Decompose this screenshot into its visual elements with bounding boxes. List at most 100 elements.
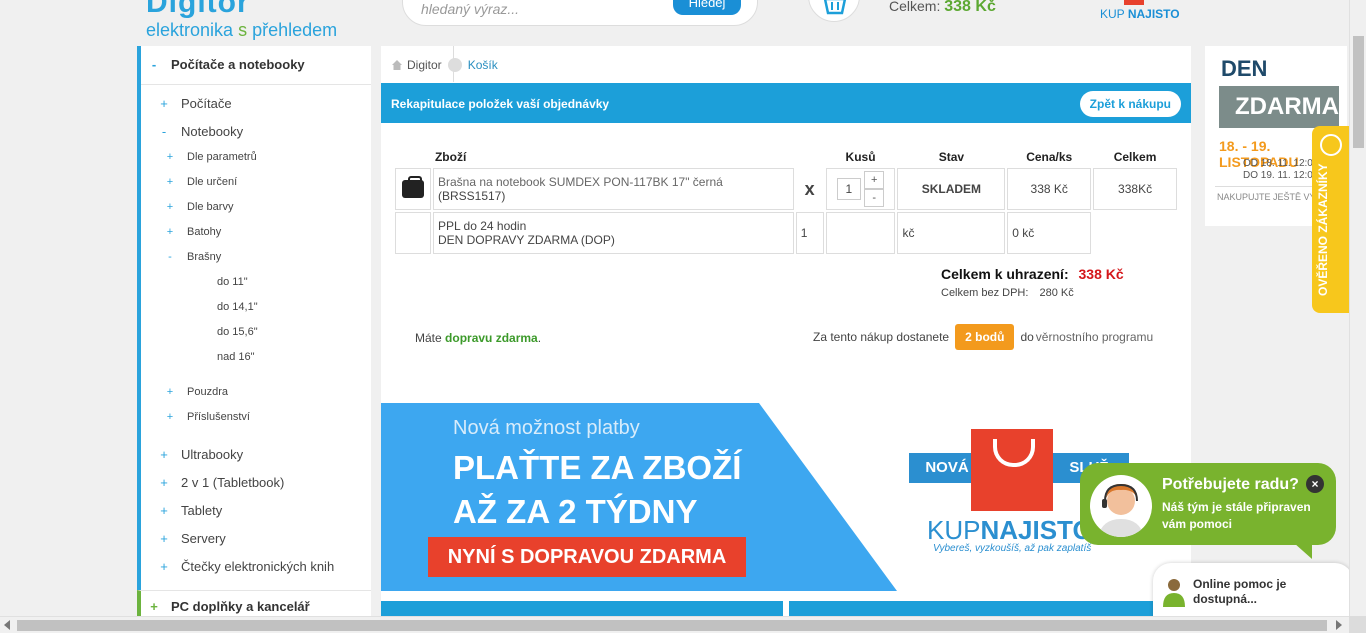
banner-cta-button[interactable]: NYNÍ S DOPRAVOU ZDARMA (428, 537, 746, 577)
expand-icon[interactable]: + (157, 96, 171, 111)
promo-to: DO 19. 11. 12:0 (1243, 170, 1313, 181)
expand-icon[interactable]: + (163, 151, 177, 163)
scroll-left-icon[interactable] (4, 620, 10, 630)
loyalty-points-badge: 2 bodů (955, 324, 1015, 350)
sidebar-item-label: do 11" (217, 276, 248, 288)
expand-icon[interactable]: + (157, 447, 171, 462)
shipping-cell: PPL do 24 hodin DEN DOPRAVY ZDARMA (DOP) (432, 212, 794, 254)
loyalty-note: Za tento nákup dostanete 2 bodů do věrno… (813, 324, 1153, 350)
expand-icon[interactable]: + (163, 386, 177, 398)
promo-from: OD 18. 11. 12:0 (1243, 158, 1313, 169)
total-to-pay: Celkem k uhrazení: 338 Kč (941, 266, 1124, 282)
verified-by-customers-tab[interactable]: OVĚŘENO ZÁKAZNÍKY (1312, 126, 1349, 313)
sidebar-divider (141, 84, 371, 85)
sidebar-item-label: Brašny (187, 251, 222, 263)
laptop-bag-icon (401, 176, 424, 198)
banner-slogan: Vybereš, vyzkoušíš, až pak zaplatíš (933, 543, 1092, 554)
sidebar-item-label: Notebooky (181, 124, 244, 139)
collapse-icon[interactable]: - (163, 251, 177, 263)
expand-icon[interactable]: + (157, 475, 171, 490)
back-to-shop-button[interactable]: Zpět k nákupu (1079, 91, 1181, 117)
banner-title-1: PLAŤTE ZA ZBOŽÍ (453, 449, 742, 486)
shipping-thumb (395, 212, 431, 254)
banner-brand: KUPNAJISTO (927, 515, 1093, 546)
basket-icon[interactable] (808, 0, 860, 22)
tagline-2: s (238, 20, 248, 40)
product-code: (BRSS1517) (437, 189, 506, 203)
kupnajisto-banner[interactable]: Nová možnost platby PLAŤTE ZA ZBOŽÍ AŽ Z… (381, 403, 1191, 591)
sidebar-item-label: do 14,1" (217, 301, 258, 313)
breadcrumb-current[interactable]: Košík (468, 58, 498, 72)
sidebar-item-label: Pouzdra (187, 386, 228, 398)
banner-brand-1: KUP (927, 515, 981, 545)
qty-minus-button[interactable]: - (864, 189, 885, 207)
free-ship-highlight: dopravu zdarma (445, 331, 538, 345)
header-total-value: 338 Kč (944, 0, 996, 15)
qty-plus-button[interactable]: + (864, 171, 885, 189)
horizontal-scrollbar[interactable] (0, 616, 1349, 633)
recap-bar: Rekapitulace položek vaší objednávky Zpě… (381, 83, 1191, 123)
scroll-right-icon[interactable] (1336, 620, 1342, 630)
search-button[interactable]: Hledej (673, 0, 741, 15)
tagline-3: přehledem (252, 20, 338, 40)
expand-icon[interactable]: + (163, 226, 177, 238)
logo[interactable]: Digitor (146, 0, 250, 20)
collapse-icon[interactable]: - (157, 124, 171, 139)
sidebar-item-label: PC doplňky a kancelář (171, 599, 310, 614)
shipping-unit: kč (897, 212, 1006, 254)
vertical-scrollbar-thumb[interactable] (1353, 36, 1364, 148)
kupnajisto-logo[interactable]: KUP NAJISTO (1100, 0, 1180, 21)
sidebar-item-label: Čtečky elektronických knih (181, 559, 335, 574)
online-help-text: Online pomoc je dostupná... (1193, 577, 1287, 606)
help-chat-bubble[interactable]: Potřebujete radu? Náš tým je stále připr… (1080, 463, 1336, 559)
quantity-stepper: + - (864, 171, 885, 207)
horizontal-scrollbar-thumb[interactable] (17, 620, 1327, 631)
scrollbar-corner (1349, 616, 1366, 633)
breadcrumb-divider (453, 46, 454, 82)
home-icon[interactable] (391, 59, 403, 71)
col-thumb (395, 148, 431, 166)
expand-icon[interactable]: + (157, 503, 171, 518)
quantity-input[interactable]: 1 (836, 178, 861, 200)
kupnajisto-bag-icon (1124, 0, 1144, 5)
remove-item-button[interactable]: x (796, 168, 824, 210)
shopping-bag-icon (971, 429, 1053, 511)
expand-icon[interactable]: + (157, 559, 171, 574)
expand-icon[interactable]: + (163, 201, 177, 213)
expand-icon[interactable]: + (163, 176, 177, 188)
help-title: Potřebujete radu? (1162, 476, 1299, 493)
free-ship-text-1: Máte (415, 331, 442, 345)
vertical-scrollbar[interactable] (1349, 0, 1366, 616)
sidebar-item-label: Počítače a notebooky (171, 57, 305, 72)
col-state: Stav (938, 150, 965, 164)
category-sidebar: - Počítače a notebooky + Počítače - Notebooky… (137, 46, 371, 626)
shipping-empty (825, 212, 896, 254)
sidebar-item-label: do 15,6" (217, 326, 258, 338)
loyalty-program-link[interactable]: věrnostního programu (1036, 330, 1153, 344)
stock-status: SKLADEM (897, 168, 1006, 210)
search-input[interactable]: hledaný výraz... (421, 1, 519, 17)
total-no-vat-value: 280 Kč (1039, 287, 1074, 299)
total-no-vat-label: Celkem bez DPH: (941, 287, 1029, 299)
close-icon[interactable]: × (1306, 475, 1324, 493)
product-name[interactable]: Brašna na notebook SUMDEX PON-117BK 17" … (438, 175, 789, 189)
collapse-icon[interactable]: - (147, 57, 161, 72)
expand-icon[interactable]: + (157, 531, 171, 546)
product-thumb[interactable] (395, 168, 431, 210)
online-help-widget[interactable]: Online pomoc je dostupná... (1153, 563, 1353, 623)
breadcrumb-home[interactable]: Digitor (407, 58, 442, 72)
kup-bold: NAJISTO (1127, 7, 1180, 21)
cart-header-row: Zboží Kusů Stav Cena/ks Celkem (395, 148, 1177, 166)
header-total[interactable]: Celkem: 338 Kč (889, 0, 996, 16)
expand-icon[interactable]: + (147, 599, 161, 614)
breadcrumb: Digitor Košík (391, 58, 498, 72)
total-to-pay-value: 338 Kč (1078, 266, 1124, 282)
logo-tagline: elektronika s přehledem (146, 20, 337, 41)
shipping-method: PPL do 24 hodin (437, 219, 527, 233)
sidebar-item-label: Příslušenství (187, 411, 250, 423)
loyalty-text-2: do (1020, 330, 1034, 344)
verified-badge-icon (1320, 134, 1342, 156)
expand-icon[interactable]: + (163, 411, 177, 423)
loyalty-text-1: Za tento nákup dostanete (813, 330, 950, 344)
sidebar-item-label: Batohy (187, 226, 222, 238)
